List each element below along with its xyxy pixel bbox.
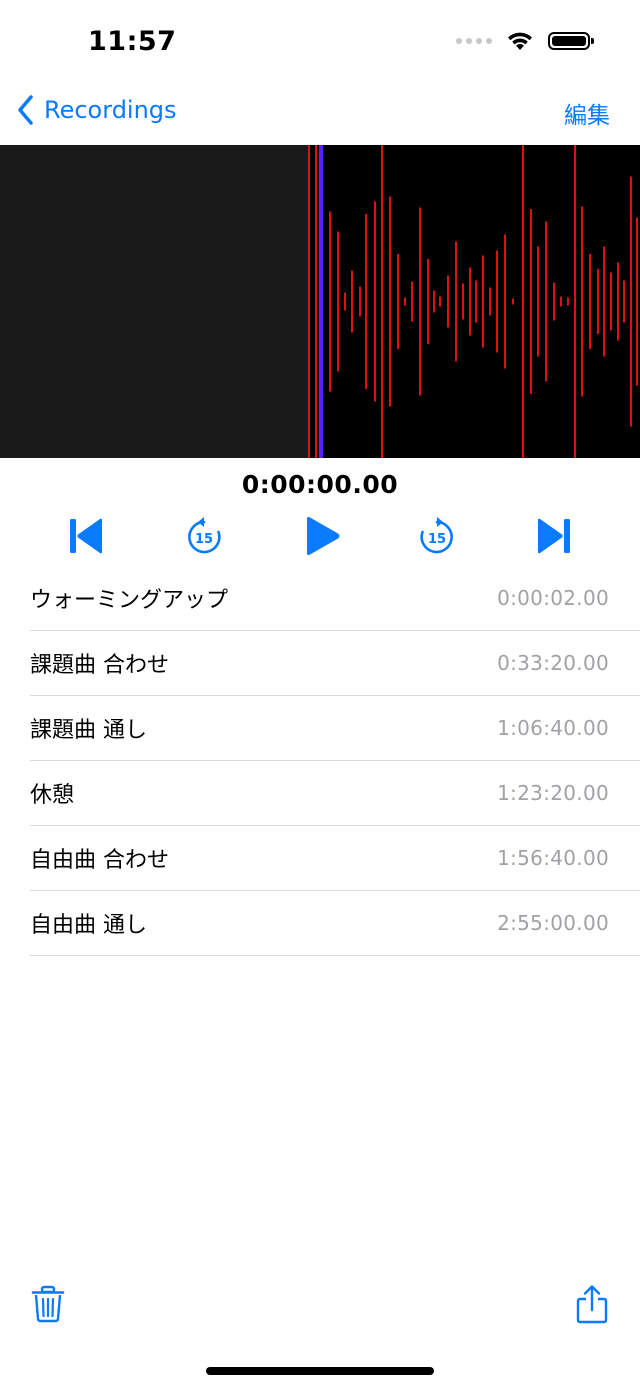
chapter-row[interactable]: 課題曲 合わせ 0:33:20.00 xyxy=(30,631,640,696)
back-label: Recordings xyxy=(44,96,177,124)
navigation-bar: Recordings 編集 xyxy=(0,88,640,144)
goforward-15-icon: 15 xyxy=(420,517,453,554)
play-icon xyxy=(307,517,340,555)
chapter-title: ウォーミングアップ xyxy=(30,588,229,613)
chapter-title: 自由曲 合わせ xyxy=(30,848,169,873)
play-button[interactable] xyxy=(298,512,346,560)
previous-track-button[interactable] xyxy=(62,512,110,560)
chapter-time: 1:56:40.00 xyxy=(497,846,609,870)
chapter-title: 課題曲 合わせ xyxy=(30,653,169,678)
cellular-signal-icon xyxy=(456,38,492,44)
chevron-left-icon xyxy=(18,95,33,125)
chapter-title: 休憩 xyxy=(30,783,75,808)
waveform-unrecorded-area xyxy=(0,145,308,458)
skip-forward-button[interactable]: 15 xyxy=(413,512,461,560)
chapter-row[interactable]: 自由曲 通し 2:55:00.00 xyxy=(30,891,640,956)
skip-to-start-icon xyxy=(70,518,102,554)
elapsed-time: 0:00:00.00 xyxy=(241,470,399,499)
chapter-title: 自由曲 通し xyxy=(30,913,147,938)
status-time: 11:57 xyxy=(88,26,177,57)
home-indicator xyxy=(206,1367,434,1375)
chapter-time: 2:55:00.00 xyxy=(497,911,609,935)
gobackward-15-icon: 15 xyxy=(188,517,221,554)
playhead xyxy=(319,145,323,458)
status-icons xyxy=(456,30,594,52)
chapter-time: 0:33:20.00 xyxy=(497,651,609,675)
next-track-button[interactable] xyxy=(530,512,578,560)
waveform-canvas xyxy=(0,145,638,458)
chapter-time: 1:06:40.00 xyxy=(497,716,609,740)
back-button[interactable]: Recordings xyxy=(16,94,177,126)
share-button[interactable] xyxy=(570,1282,614,1326)
chapter-time: 1:23:20.00 xyxy=(497,781,609,805)
skip-to-end-icon xyxy=(538,518,570,554)
chapter-row[interactable]: 休憩 1:23:20.00 xyxy=(30,761,640,826)
chapter-row[interactable]: 自由曲 合わせ 1:56:40.00 xyxy=(30,826,640,891)
skip-back-seconds: 15 xyxy=(195,532,213,547)
skip-forward-seconds: 15 xyxy=(428,532,446,547)
skip-back-button[interactable]: 15 xyxy=(180,512,228,560)
chapter-title: 課題曲 通し xyxy=(30,718,147,743)
chapter-time: 0:00:02.00 xyxy=(497,586,609,610)
chapter-row[interactable]: 課題曲 通し 1:06:40.00 xyxy=(30,696,640,761)
chapter-list: ウォーミングアップ 0:00:02.00 課題曲 合わせ 0:33:20.00 … xyxy=(30,566,640,956)
edit-button[interactable]: 編集 xyxy=(564,96,610,130)
playback-controls: 15 15 xyxy=(0,512,640,562)
chapter-row[interactable]: ウォーミングアップ 0:00:02.00 xyxy=(30,566,640,631)
delete-button[interactable] xyxy=(26,1282,70,1326)
battery-icon xyxy=(548,32,594,50)
waveform-view[interactable] xyxy=(0,145,640,458)
wifi-icon xyxy=(508,32,532,50)
status-bar: 11:57 xyxy=(0,0,640,88)
trash-icon xyxy=(31,1285,65,1323)
share-icon xyxy=(576,1285,608,1324)
